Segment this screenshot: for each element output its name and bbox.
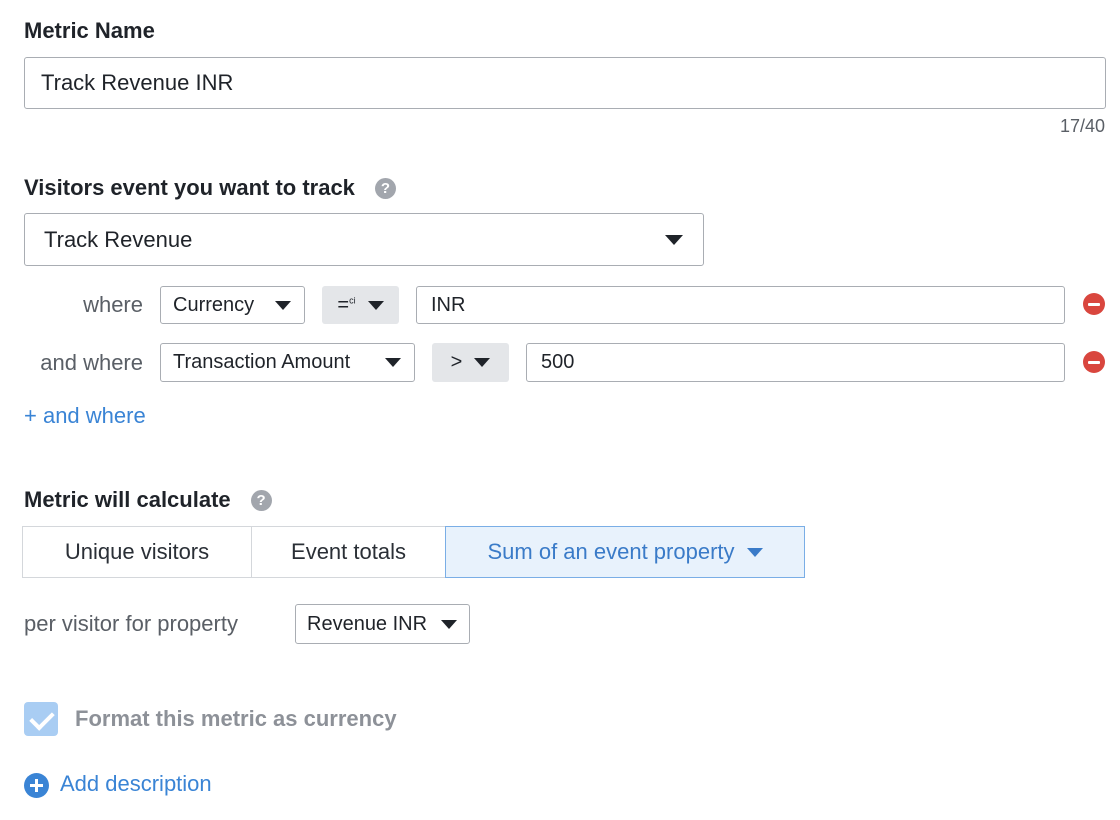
option-event-totals[interactable]: Event totals	[251, 526, 446, 578]
metric-name-input[interactable]: Track Revenue INR	[24, 57, 1106, 109]
calculate-label: Metric will calculate ?	[24, 487, 272, 513]
event-select-value: Track Revenue	[44, 226, 193, 252]
property-select[interactable]: Revenue INR	[295, 604, 470, 644]
currency-checkbox[interactable]	[24, 702, 58, 736]
character-counter: 17/40	[1059, 116, 1105, 136]
chevron-down-icon	[367, 300, 384, 310]
operator-value: =ci	[337, 293, 356, 316]
condition-operator-select[interactable]: >	[432, 343, 509, 382]
add-condition-link[interactable]: + and where	[24, 403, 146, 429]
metric-name-label: Metric Name	[24, 18, 155, 43]
currency-checkbox-label: Format this metric as currency	[75, 706, 397, 731]
chevron-down-icon	[474, 358, 491, 367]
remove-condition-icon[interactable]	[1083, 351, 1105, 373]
calculate-segmented-control: Unique visitors Event totals Sum of an e…	[22, 526, 805, 578]
condition-property-select[interactable]: Transaction Amount	[160, 343, 415, 382]
condition-value: INR	[431, 293, 466, 316]
chevron-down-icon	[441, 619, 457, 629]
event-label: Visitors event you want to track ?	[24, 175, 396, 201]
condition-value-input[interactable]: INR	[416, 286, 1065, 324]
condition-property-value: Transaction Amount	[173, 351, 351, 373]
condition-property-select[interactable]: Currency	[160, 286, 305, 324]
operator-value: >	[450, 351, 463, 373]
property-select-value: Revenue INR	[307, 612, 428, 635]
metric-name-value: Track Revenue INR	[41, 70, 234, 95]
add-description-link[interactable]: Add description	[60, 771, 212, 797]
condition-prefix: where	[83, 292, 143, 317]
option-sum-of-event-property[interactable]: Sum of an event property	[445, 526, 805, 578]
plus-circle-icon[interactable]	[24, 773, 49, 798]
event-select[interactable]: Track Revenue	[24, 213, 704, 266]
chevron-down-icon	[385, 358, 401, 367]
condition-value: 500	[541, 351, 575, 373]
condition-value-input[interactable]: 500	[526, 343, 1065, 382]
chevron-down-icon	[665, 234, 683, 245]
chevron-down-icon	[746, 547, 763, 557]
help-icon[interactable]: ?	[250, 489, 272, 511]
option-unique-visitors[interactable]: Unique visitors	[22, 526, 252, 578]
condition-prefix: and where	[40, 350, 143, 375]
help-icon[interactable]: ?	[374, 177, 396, 199]
remove-condition-icon[interactable]	[1083, 293, 1105, 315]
per-visitor-label: per visitor for property	[24, 611, 238, 636]
condition-operator-select[interactable]: =ci	[322, 286, 399, 324]
chevron-down-icon	[275, 300, 291, 310]
condition-property-value: Currency	[173, 293, 255, 316]
